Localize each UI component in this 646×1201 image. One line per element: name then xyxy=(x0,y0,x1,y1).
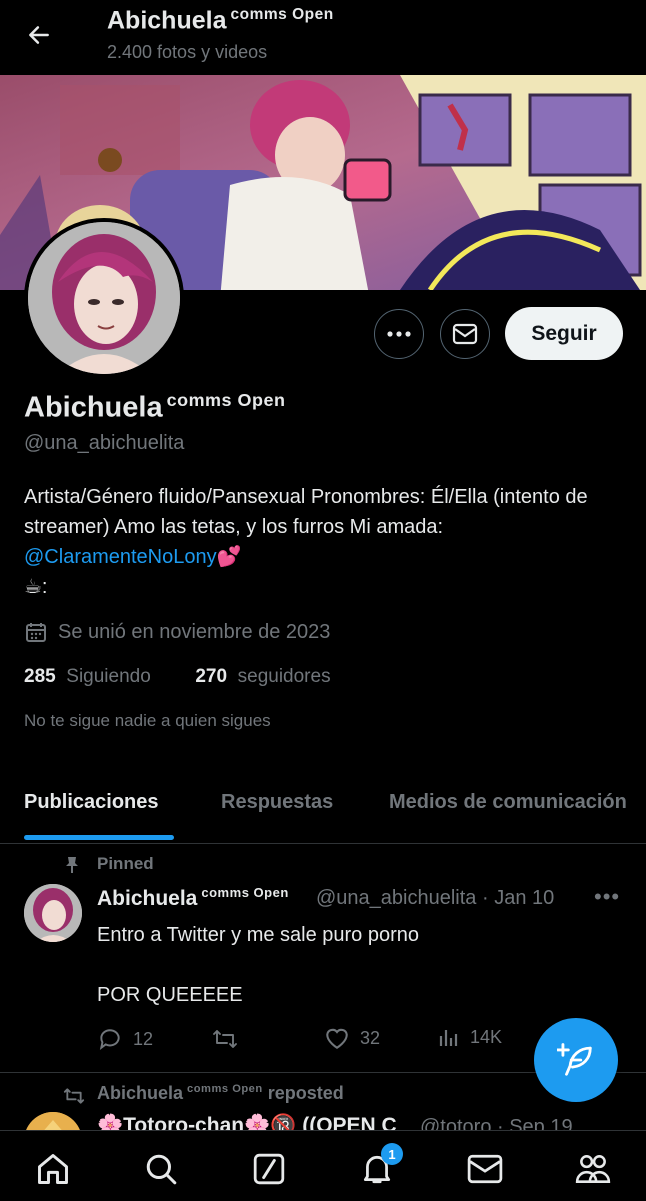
reply-button[interactable]: 12 xyxy=(97,1026,153,1052)
reply-icon xyxy=(99,1029,120,1050)
profile-tabs: Publicaciones Respuestas Medios de comun… xyxy=(0,775,646,844)
notifications-badge: 1 xyxy=(381,1143,403,1165)
repost-label: Abichuela comms Open reposted xyxy=(97,1083,344,1103)
compose-button[interactable] xyxy=(534,1018,618,1102)
profile-bio: Artista/Género fluido/Pansexual Pronombr… xyxy=(24,482,624,602)
joined-text: Se unió en noviembre de 2023 xyxy=(58,620,331,643)
communities-icon[interactable] xyxy=(573,1149,613,1189)
grok-icon[interactable] xyxy=(249,1149,289,1189)
home-icon[interactable] xyxy=(33,1149,73,1189)
follow-button[interactable]: Seguir xyxy=(505,307,623,360)
follow-stats: 285 Siguiendo 270 seguidores xyxy=(24,666,331,688)
pin-icon xyxy=(62,855,82,880)
message-button[interactable] xyxy=(440,309,490,359)
following-link[interactable]: 285 Siguiendo xyxy=(24,666,151,687)
more-options-button[interactable] xyxy=(374,309,424,359)
messages-envelope-icon[interactable] xyxy=(465,1149,505,1189)
back-arrow-icon[interactable] xyxy=(22,18,56,52)
tab-media[interactable]: Medios de comunicación xyxy=(389,791,627,814)
repost-button[interactable] xyxy=(211,1026,239,1052)
calendar-icon xyxy=(26,623,46,642)
heart-icon xyxy=(326,1028,348,1049)
header-title: Abichuela comms Open xyxy=(107,6,334,35)
post-more-icon[interactable]: ••• xyxy=(594,884,620,910)
post-author-name[interactable]: Abichuela comms Open xyxy=(97,885,289,911)
bio-mention-link[interactable]: @ClaramenteNoLony xyxy=(24,546,217,568)
profile-name: Abichuela comms Open xyxy=(24,390,286,424)
header-post-count: 2.400 fotos y videos xyxy=(107,42,268,62)
search-icon[interactable] xyxy=(141,1149,181,1189)
bar-chart-icon xyxy=(439,1030,458,1046)
bio-emoji: 💕 xyxy=(216,546,242,568)
feather-plus-icon xyxy=(557,1043,592,1076)
post-text: Entro a Twitter y me sale puro porno POR… xyxy=(97,924,420,1006)
post-author-avatar[interactable] xyxy=(24,884,82,942)
envelope-icon xyxy=(452,323,478,345)
bio-text: Artista/Género fluido/Pansexual Pronombr… xyxy=(24,486,588,538)
active-tab-indicator xyxy=(24,835,174,840)
reposted-icon xyxy=(62,1086,86,1111)
profile-handle: @una_abichuelita xyxy=(24,432,185,454)
views-button[interactable]: 14K xyxy=(438,1026,502,1048)
like-button[interactable]: 32 xyxy=(324,1026,380,1050)
tab-replies[interactable]: Respuestas xyxy=(221,791,333,814)
repost-icon xyxy=(213,1030,237,1048)
joined-date: Se unió en noviembre de 2023 xyxy=(24,620,330,644)
no-mutual-followers-note: No te sigue nadie a quien sigues xyxy=(24,711,271,730)
bio-line-2: ☕: xyxy=(24,576,48,598)
followers-link[interactable]: 270 seguidores xyxy=(195,666,330,687)
pinned-label: Pinned xyxy=(97,854,154,873)
bottom-navigation xyxy=(0,1130,646,1201)
profile-avatar[interactable] xyxy=(24,218,184,378)
post-handle-date: @una_abichuelita · Jan 10 xyxy=(316,887,555,909)
tab-posts[interactable]: Publicaciones xyxy=(24,791,159,814)
